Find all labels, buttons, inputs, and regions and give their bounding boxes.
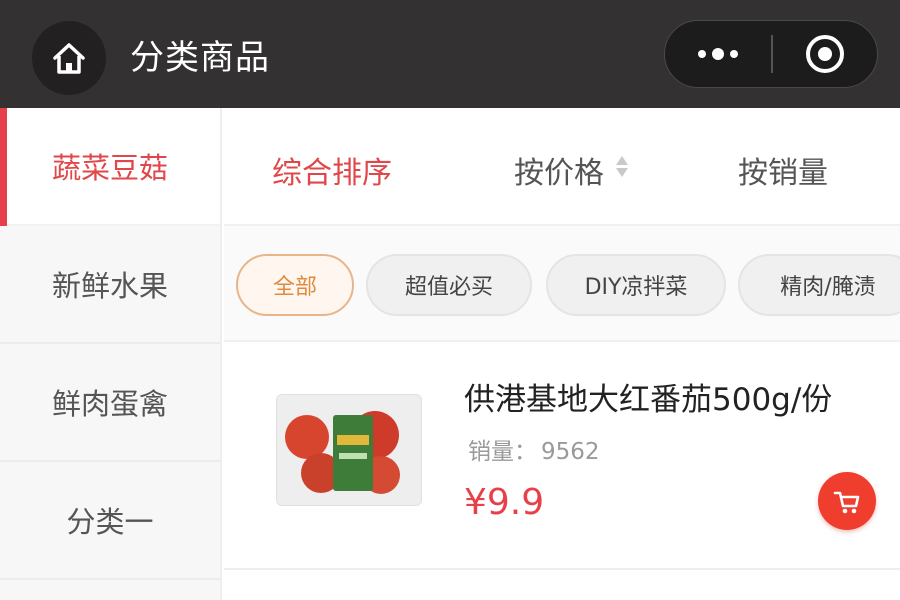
sort-by-price[interactable]: 按价格 [514, 148, 604, 192]
filter-chip-meat-marinated[interactable]: 精肉/腌渍 [738, 254, 900, 316]
home-button[interactable] [32, 21, 106, 95]
more-button[interactable] [665, 21, 771, 87]
add-to-cart-button[interactable] [818, 472, 876, 530]
home-icon [53, 43, 85, 74]
sidebar-item-category-one[interactable]: 分类一 [0, 462, 220, 580]
sidebar-item-vegetables[interactable]: 蔬菜豆菇 [0, 108, 220, 226]
mini-program-capsule [664, 20, 878, 88]
sort-arrows-icon [616, 152, 628, 180]
product-price: ¥9.9 [464, 482, 545, 523]
filter-chip-bar: 全部 超值必买 DIY凉拌菜 精肉/腌渍 [224, 226, 900, 342]
filter-chip-all[interactable]: 全部 [236, 254, 354, 316]
sidebar-item-label: 分类一 [66, 505, 154, 539]
category-sidebar: 蔬菜豆菇 新鲜水果 鲜肉蛋禽 分类一 [0, 108, 222, 600]
sort-bar: 综合排序 按价格 按销量 [224, 108, 900, 226]
product-list: 供港基地大红番茄500g/份 销量： 9562 ¥9.9 [224, 344, 900, 600]
sales-value: 9562 [541, 439, 600, 465]
product-card[interactable]: 供港基地大红番茄500g/份 销量： 9562 ¥9.9 [224, 344, 900, 570]
close-button[interactable] [773, 21, 877, 87]
sort-by-sales[interactable]: 按销量 [738, 148, 828, 192]
product-sales: 销量： 9562 [464, 432, 600, 466]
filter-chip-value-deals[interactable]: 超值必买 [366, 254, 532, 316]
sort-comprehensive[interactable]: 综合排序 [272, 148, 392, 192]
sidebar-item-label: 蔬菜豆菇 [51, 151, 168, 185]
sidebar-item-meat-eggs[interactable]: 鲜肉蛋禽 [0, 344, 220, 462]
page-title: 分类商品 [130, 38, 270, 78]
sales-label: 销量： [468, 439, 537, 465]
product-name[interactable]: 供港基地大红番茄500g/份 [464, 374, 832, 419]
sidebar-item-label: 鲜肉蛋禽 [51, 387, 168, 421]
target-close-icon [806, 35, 844, 73]
filter-chip-diy-salad[interactable]: DIY凉拌菜 [546, 254, 726, 316]
sidebar-item-fruits[interactable]: 新鲜水果 [0, 226, 220, 344]
top-nav-bar: 分类商品 [0, 0, 900, 108]
sidebar-item-label: 新鲜水果 [51, 269, 168, 303]
more-dots-icon [698, 48, 738, 60]
product-image [276, 394, 422, 506]
cart-icon [833, 491, 860, 514]
